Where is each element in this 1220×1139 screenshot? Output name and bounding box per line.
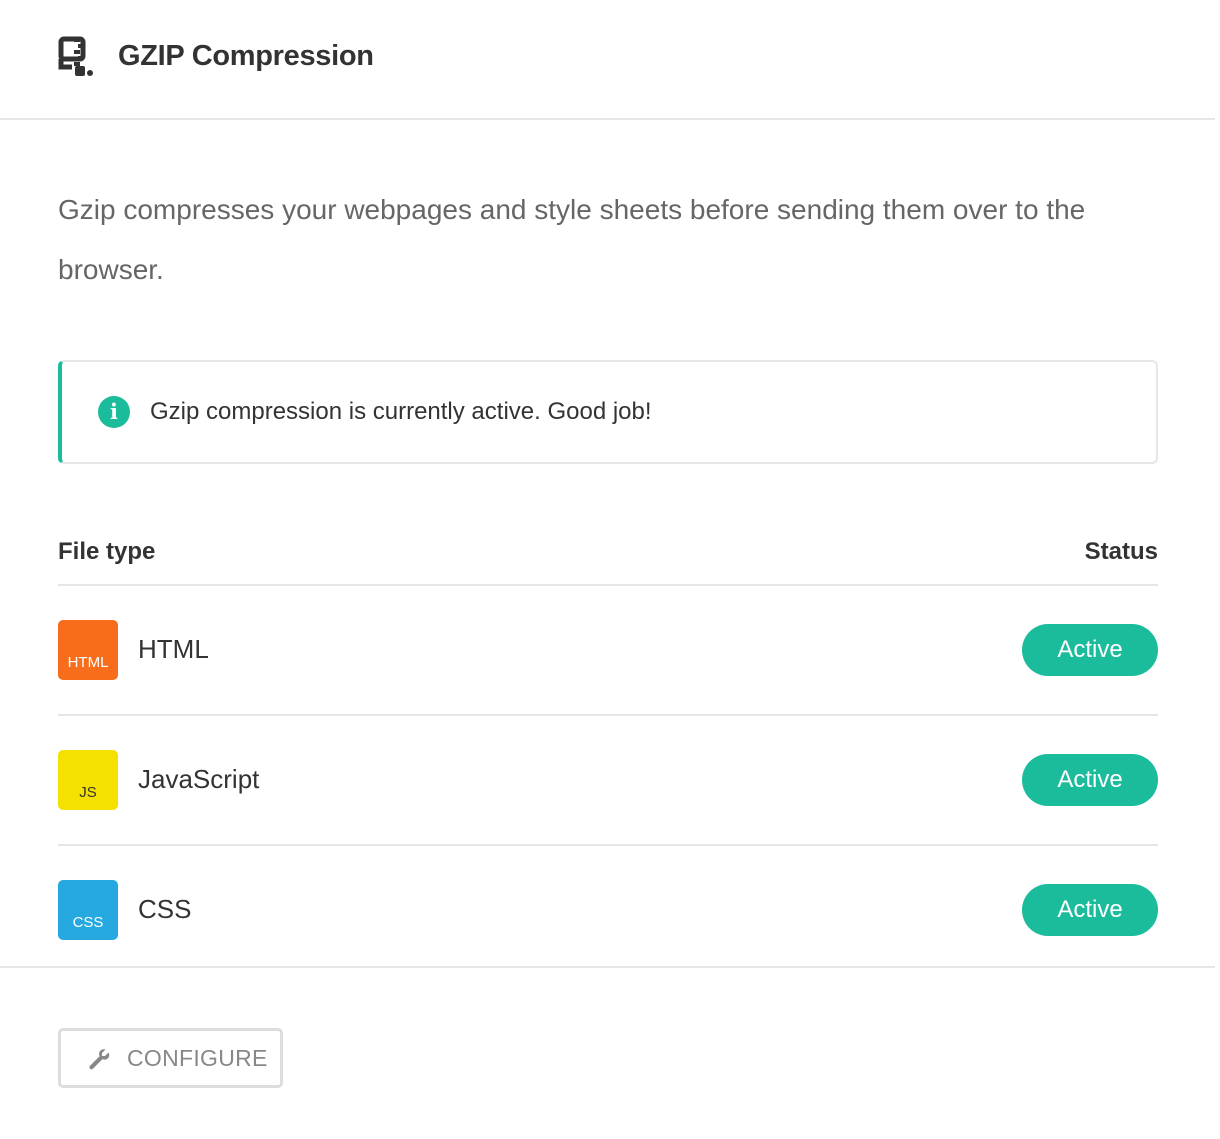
- status-badge: Active: [1022, 624, 1158, 676]
- css-file-icon: CSS: [58, 880, 118, 940]
- configure-button[interactable]: CONFIGURE: [58, 1028, 283, 1088]
- status-badge: Active: [1022, 754, 1158, 806]
- table-row: CSS CSS Active: [58, 846, 1158, 976]
- footer-divider: [0, 966, 1215, 968]
- file-type-name: JavaScript: [138, 764, 260, 794]
- table-row: HTML HTML Active: [58, 586, 1158, 716]
- file-type-name: HTML: [138, 634, 209, 664]
- table-row: JS JavaScript Active: [58, 716, 1158, 846]
- gzip-description: Gzip compresses your webpages and style …: [58, 194, 1086, 285]
- wrench-icon: [89, 1049, 110, 1070]
- compress-icon: [58, 36, 93, 76]
- info-icon: i: [98, 396, 130, 428]
- configure-button-label: CONFIGURE: [127, 1045, 268, 1071]
- file-badge-label: JS: [79, 784, 97, 801]
- file-type-name: CSS: [138, 894, 192, 924]
- status-badge: Active: [1022, 884, 1158, 936]
- file-badge-label: HTML: [67, 654, 109, 671]
- notice-message: Gzip compression is currently active. Go…: [150, 398, 652, 425]
- gzip-compression-card: GZIP Compression Gzip compresses your we…: [0, 0, 1220, 1139]
- page-title: GZIP Compression: [118, 40, 374, 72]
- success-notice: i Gzip compression is currently active. …: [58, 360, 1158, 464]
- card-header: GZIP Compression: [0, 0, 1215, 120]
- file-badge-label: CSS: [72, 914, 104, 931]
- table-header: File type Status: [58, 538, 1158, 586]
- html-file-icon: HTML: [58, 620, 118, 680]
- column-header-file-type: File type: [58, 538, 156, 565]
- column-header-status: Status: [1084, 538, 1158, 565]
- js-file-icon: JS: [58, 750, 118, 810]
